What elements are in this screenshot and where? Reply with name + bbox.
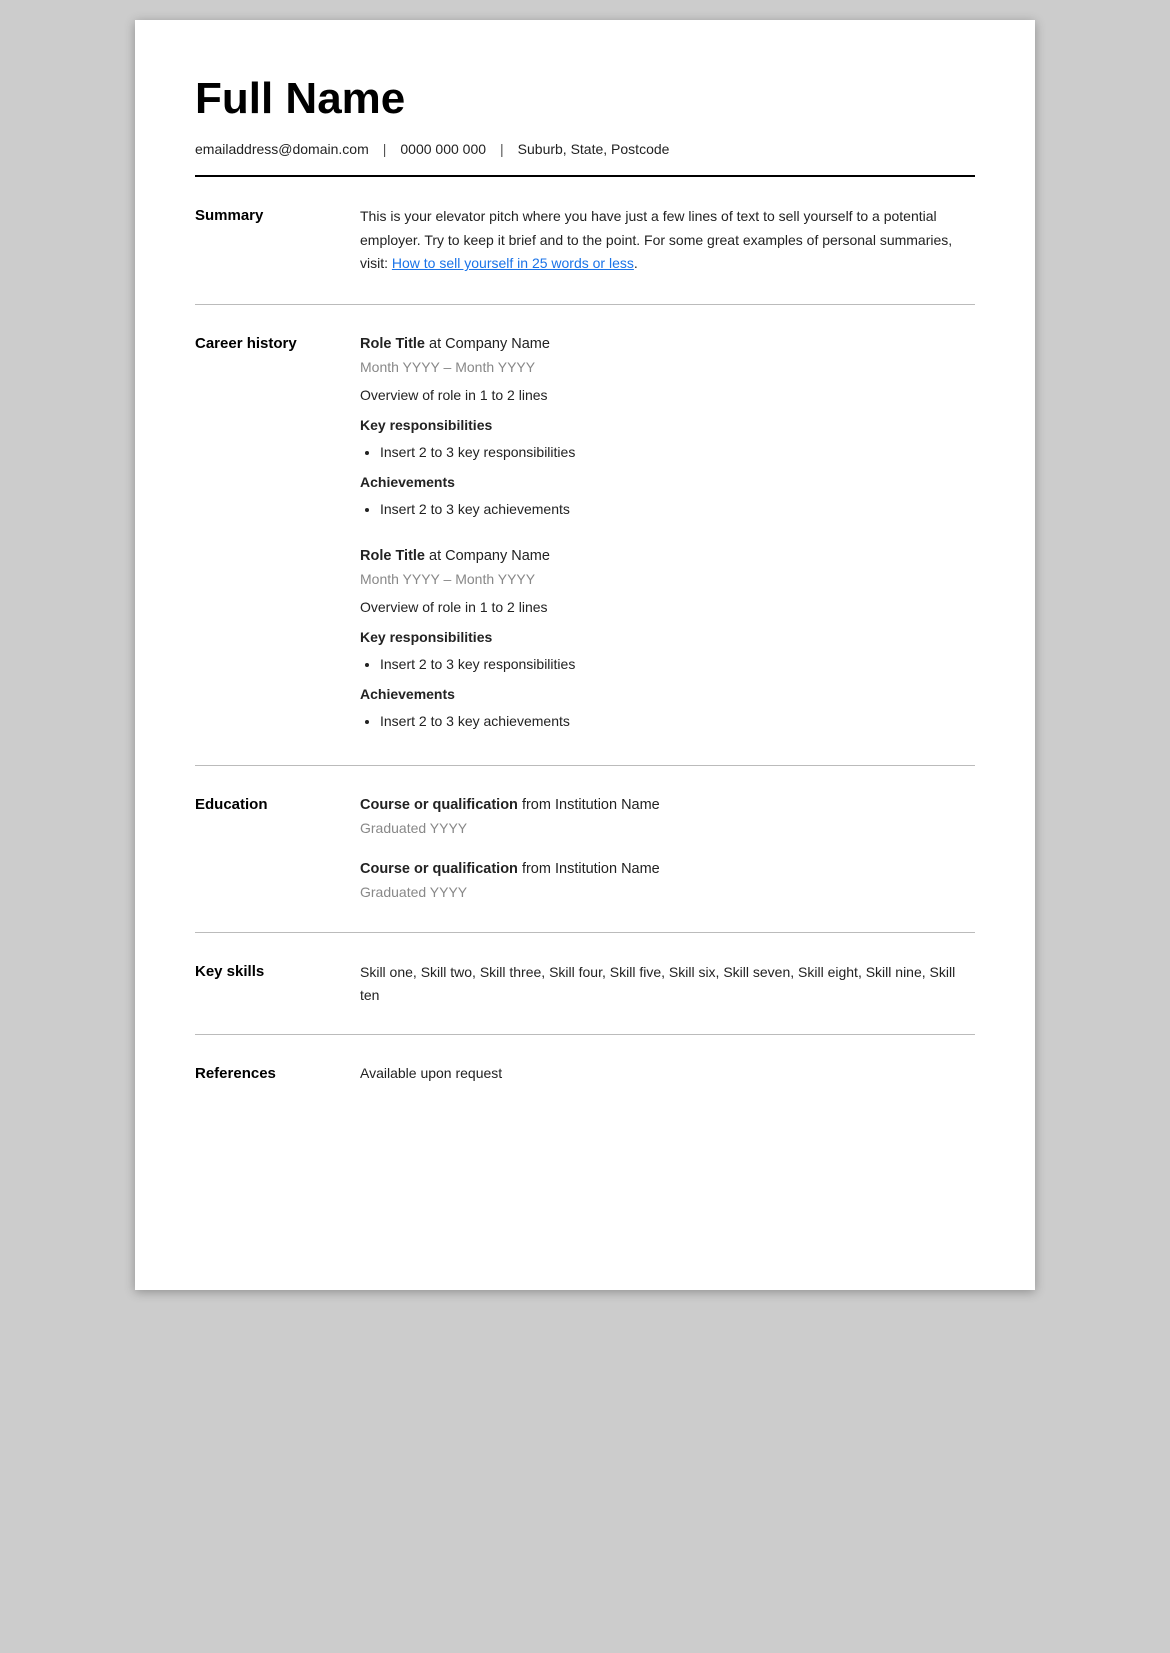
phone: 0000 000 000 bbox=[400, 141, 486, 157]
email: emailaddress@domain.com bbox=[195, 141, 369, 157]
contact-bar: emailaddress@domain.com | 0000 000 000 |… bbox=[195, 141, 975, 157]
summary-text: This is your elevator pitch where you ha… bbox=[360, 208, 952, 271]
responsibilities-list-1: Insert 2 to 3 key responsibilities bbox=[360, 441, 975, 463]
achievements-list-2: Insert 2 to 3 key achievements bbox=[360, 710, 975, 732]
edu-qualification-bold-2: Course or qualification bbox=[360, 861, 518, 877]
edu-qualification-rest-2: from Institution Name bbox=[518, 861, 660, 877]
education-label: Education bbox=[195, 794, 360, 904]
achievements-label-1: Achievements bbox=[360, 472, 975, 494]
references-label: References bbox=[195, 1063, 360, 1085]
summary-label: Summary bbox=[195, 205, 360, 275]
job-overview-1: Overview of role in 1 to 2 lines bbox=[360, 385, 975, 407]
references-text: Available upon request bbox=[360, 1063, 975, 1085]
summary-section: Summary This is your elevator pitch wher… bbox=[195, 177, 975, 304]
full-name: Full Name bbox=[195, 75, 975, 123]
career-history-label: Career history bbox=[195, 333, 360, 737]
job-dates-2: Month YYYY – Month YYYY bbox=[360, 569, 975, 591]
job-block-2: Role Title at Company Name Month YYYY – … bbox=[360, 545, 975, 733]
skills-text: Skill one, Skill two, Skill three, Skill… bbox=[360, 961, 975, 1006]
references-section: References Available upon request bbox=[195, 1035, 975, 1113]
responsibilities-label-2: Key responsibilities bbox=[360, 627, 975, 649]
edu-block-2: Course or qualification from Institution… bbox=[360, 858, 975, 904]
job-title-rest-2: at Company Name bbox=[425, 548, 550, 564]
edu-dates-2: Graduated YYYY bbox=[360, 882, 975, 904]
key-skills-section: Key skills Skill one, Skill two, Skill t… bbox=[195, 933, 975, 1035]
career-history-section: Career history Role Title at Company Nam… bbox=[195, 305, 975, 766]
career-history-content: Role Title at Company Name Month YYYY – … bbox=[360, 333, 975, 737]
key-skills-label: Key skills bbox=[195, 961, 360, 1006]
summary-content: This is your elevator pitch where you ha… bbox=[360, 205, 975, 275]
edu-block-1: Course or qualification from Institution… bbox=[360, 794, 975, 840]
resume-page: Full Name emailaddress@domain.com | 0000… bbox=[135, 20, 1035, 1290]
responsibility-item-1-1: Insert 2 to 3 key responsibilities bbox=[380, 441, 975, 463]
edu-title-line-2: Course or qualification from Institution… bbox=[360, 858, 975, 880]
education-section: Education Course or qualification from I… bbox=[195, 766, 975, 933]
job-dates-1: Month YYYY – Month YYYY bbox=[360, 357, 975, 379]
location: Suburb, State, Postcode bbox=[518, 141, 670, 157]
achievements-label-2: Achievements bbox=[360, 684, 975, 706]
edu-qualification-bold-1: Course or qualification bbox=[360, 797, 518, 813]
references-content: Available upon request bbox=[360, 1063, 975, 1085]
edu-dates-1: Graduated YYYY bbox=[360, 818, 975, 840]
key-skills-content: Skill one, Skill two, Skill three, Skill… bbox=[360, 961, 975, 1006]
achievement-item-2-1: Insert 2 to 3 key achievements bbox=[380, 710, 975, 732]
job-title-line-1: Role Title at Company Name bbox=[360, 333, 975, 355]
separator-1: | bbox=[383, 141, 387, 157]
responsibilities-label-1: Key responsibilities bbox=[360, 415, 975, 437]
job-title-bold-1: Role Title bbox=[360, 336, 425, 352]
responsibilities-list-2: Insert 2 to 3 key responsibilities bbox=[360, 653, 975, 675]
separator-2: | bbox=[500, 141, 504, 157]
job-title-bold-2: Role Title bbox=[360, 548, 425, 564]
job-title-line-2: Role Title at Company Name bbox=[360, 545, 975, 567]
summary-link[interactable]: How to sell yourself in 25 words or less bbox=[392, 255, 634, 271]
education-content: Course or qualification from Institution… bbox=[360, 794, 975, 904]
summary-text-after-link: . bbox=[634, 255, 638, 271]
achievements-list-1: Insert 2 to 3 key achievements bbox=[360, 498, 975, 520]
job-block-1: Role Title at Company Name Month YYYY – … bbox=[360, 333, 975, 521]
achievement-item-1-1: Insert 2 to 3 key achievements bbox=[380, 498, 975, 520]
job-title-rest-1: at Company Name bbox=[425, 336, 550, 352]
edu-qualification-rest-1: from Institution Name bbox=[518, 797, 660, 813]
responsibility-item-2-1: Insert 2 to 3 key responsibilities bbox=[380, 653, 975, 675]
edu-title-line-1: Course or qualification from Institution… bbox=[360, 794, 975, 816]
job-overview-2: Overview of role in 1 to 2 lines bbox=[360, 597, 975, 619]
